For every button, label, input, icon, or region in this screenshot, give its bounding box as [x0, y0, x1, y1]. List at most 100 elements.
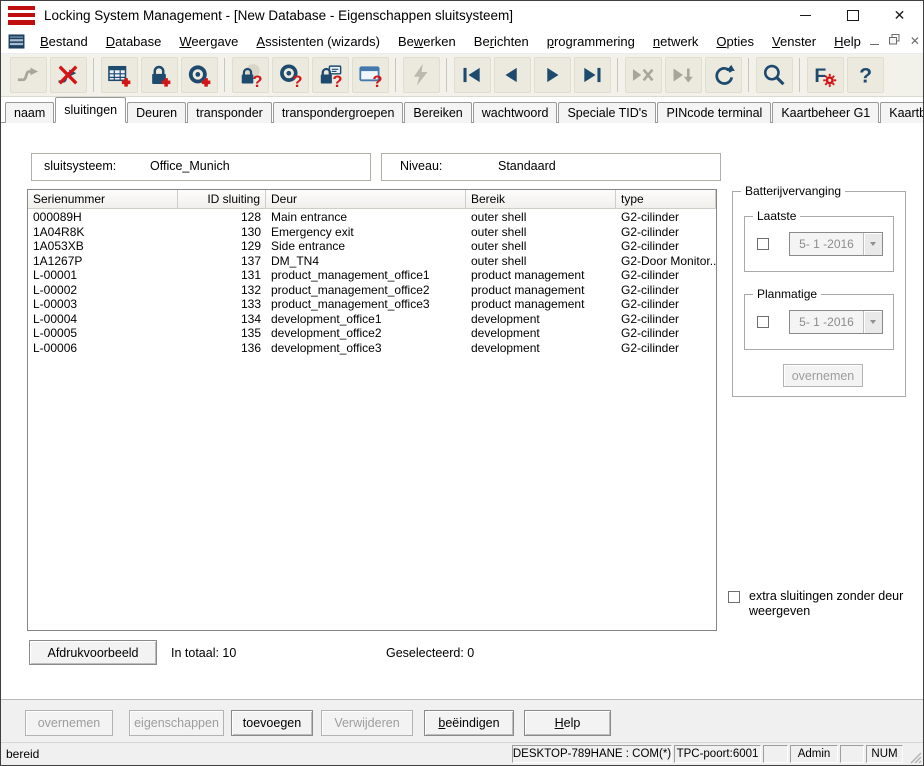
cell-bereik: outer shell [466, 239, 616, 253]
toolbar-new-transponder-button[interactable] [181, 57, 218, 93]
menu-help[interactable]: Help [825, 32, 870, 51]
toolbar-last-record-button[interactable] [574, 57, 611, 93]
table-header: SerienummerID sluitingDeurBereiktype [28, 190, 716, 209]
menu-programmering[interactable]: programmering [538, 32, 644, 51]
toolbar-jump-record-button[interactable] [665, 57, 702, 93]
menu-opties[interactable]: Opties [707, 32, 763, 51]
toolbar-next-record-button[interactable] [534, 57, 571, 93]
tab-wachtwoord[interactable]: wachtwoord [473, 102, 558, 123]
toolbar-read-lock-button[interactable]: ? [232, 57, 269, 93]
status-panel-desktop-789hane-com: DESKTOP-789HANE : COM(*) [512, 745, 672, 763]
toolbar-program-button[interactable] [403, 57, 440, 93]
cell-serienummer: L-00005 [28, 326, 178, 340]
toolbar-new-lock-button[interactable] [141, 57, 178, 93]
tab-naam[interactable]: naam [5, 102, 54, 123]
tab-pincode-terminal[interactable]: PINcode terminal [657, 102, 771, 123]
mdi-close-button[interactable]: ✕ [910, 35, 920, 47]
last-battery-date-dropdown[interactable]: 5- 1 -2016 [789, 232, 883, 256]
tab-sluitingen[interactable]: sluitingen [55, 97, 126, 123]
toolbar-read-transponder-button[interactable]: ? [272, 57, 309, 93]
eigenschappen-button[interactable]: eigenschappen [129, 710, 224, 736]
table-row[interactable]: 1A053XB129Side entranceouter shellG2-cil… [28, 239, 716, 254]
menu-bewerken[interactable]: Bewerken [389, 32, 465, 51]
cell-deur: Side entrance [266, 239, 466, 253]
tab-transponder[interactable]: transponder [187, 102, 272, 123]
toevoegen-button[interactable]: toevoegen [231, 710, 313, 736]
toolbar-read-lock-g1-button[interactable]: ? [312, 57, 349, 93]
minimize-button[interactable] [782, 1, 829, 29]
be-indigen-button[interactable]: beëindigen [424, 710, 514, 736]
toolbar-previous-record-button[interactable] [494, 57, 531, 93]
svg-text:?: ? [332, 72, 342, 88]
toolbar-disconnect-button[interactable] [50, 57, 87, 93]
tab-transpondergroepen[interactable]: transpondergroepen [273, 102, 404, 123]
close-button[interactable]: ✕ [876, 1, 923, 29]
menu-venster[interactable]: Venster [763, 32, 825, 51]
dropdown-arrow-icon[interactable] [863, 233, 882, 255]
table-row[interactable]: L-00002132product_management_office2prod… [28, 283, 716, 298]
table-row[interactable]: L-00006136development_office3development… [28, 341, 716, 356]
table-row[interactable]: L-00005135development_office2development… [28, 326, 716, 341]
tab-kaartbeheer-g2[interactable]: Kaartbeheer G2 [880, 102, 924, 123]
maximize-button[interactable] [829, 1, 876, 29]
tab-bereiken[interactable]: Bereiken [404, 102, 471, 123]
toolbar-read-network-button[interactable]: ? [352, 57, 389, 93]
table-row[interactable]: 1A04R8K130Emergency exitouter shellG2-ci… [28, 225, 716, 240]
cell-serienummer: L-00001 [28, 268, 178, 282]
document-icon[interactable] [8, 34, 25, 49]
toolbar-search-button[interactable] [756, 57, 793, 93]
toolbar-refresh-button[interactable] [705, 57, 742, 93]
menu-bestand[interactable]: Bestand [31, 32, 97, 51]
planned-battery-date-dropdown[interactable]: 5- 1 -2016 [789, 310, 883, 334]
tab-speciale-tid-s[interactable]: Speciale TID's [558, 102, 656, 123]
svg-text:?: ? [252, 72, 262, 88]
locks-table: SerienummerID sluitingDeurBereiktype 000… [27, 189, 717, 631]
column-header-type[interactable]: type [616, 190, 716, 209]
column-header-serienummer[interactable]: Serienummer [28, 190, 178, 209]
last-battery-checkbox[interactable] [757, 238, 769, 250]
print-preview-button[interactable]: Afdrukvoorbeeld [29, 640, 157, 665]
menu-database[interactable]: Database [97, 32, 171, 51]
table-row[interactable]: L-00003133product_management_office3prod… [28, 297, 716, 312]
toolbar-first-record-button[interactable] [454, 57, 491, 93]
toolbar-filter-settings-button[interactable]: F [807, 57, 844, 93]
table-row[interactable]: 1A1267P137DM_TN4outer shellG2-Door Monit… [28, 254, 716, 269]
extra-locks-checkbox[interactable] [728, 591, 740, 603]
cell-id-sluiting: 130 [178, 225, 266, 239]
table-row[interactable]: L-00004134development_office1development… [28, 312, 716, 327]
action-bar: overnemen eigenschappen toevoegen Verwijder… [1, 699, 923, 742]
resize-grip[interactable] [905, 747, 923, 765]
column-header-id-sluiting[interactable]: ID sluiting [178, 190, 266, 209]
dropdown-arrow-icon[interactable] [863, 311, 882, 333]
verwijderen-button[interactable]: Verwijderen [321, 710, 413, 736]
battery-apply-button[interactable]: overnemen [783, 364, 863, 387]
menu-weergave[interactable]: Weergave [170, 32, 247, 51]
help-button[interactable]: Help [524, 710, 611, 736]
menu-netwerk[interactable]: netwerk [644, 32, 708, 51]
cell-deur: product_management_office3 [266, 297, 466, 311]
toolbar-connect-button[interactable] [10, 57, 47, 93]
tab-deuren[interactable]: Deuren [127, 102, 186, 123]
cell-serienummer: 1A04R8K [28, 225, 178, 239]
column-header-bereik[interactable]: Bereik [466, 190, 616, 209]
toolbar-cancel-navigation-button[interactable] [625, 57, 662, 93]
mdi-minimize-button[interactable] [870, 32, 879, 50]
cell-deur: product_management_office1 [266, 268, 466, 282]
svg-text:?: ? [859, 64, 872, 88]
cell-serienummer: L-00003 [28, 297, 178, 311]
table-row[interactable]: 000089H128Main entranceouter shellG2-cil… [28, 210, 716, 225]
menu-assistenten-wizards[interactable]: Assistenten (wizards) [247, 32, 389, 51]
toolbar-separator [446, 58, 447, 92]
overnemen-button[interactable]: overnemen [25, 710, 113, 736]
table-row[interactable]: L-00001131product_management_office1prod… [28, 268, 716, 283]
status-panels: DESKTOP-789HANE : COM(*)TPC-poort:6001Ad… [512, 745, 905, 763]
column-header-deur[interactable]: Deur [266, 190, 466, 209]
mdi-minimize-icon [870, 44, 879, 45]
planned-battery-checkbox[interactable] [757, 316, 769, 328]
tab-kaartbeheer-g1[interactable]: Kaartbeheer G1 [772, 102, 879, 123]
toolbar-help-button[interactable]: ? [847, 57, 884, 93]
menu-berichten[interactable]: Berichten [465, 32, 538, 51]
status-panel-num: NUM [866, 745, 903, 763]
toolbar-new-locking-system-button[interactable] [101, 57, 138, 93]
mdi-restore-button[interactable] [889, 32, 900, 50]
